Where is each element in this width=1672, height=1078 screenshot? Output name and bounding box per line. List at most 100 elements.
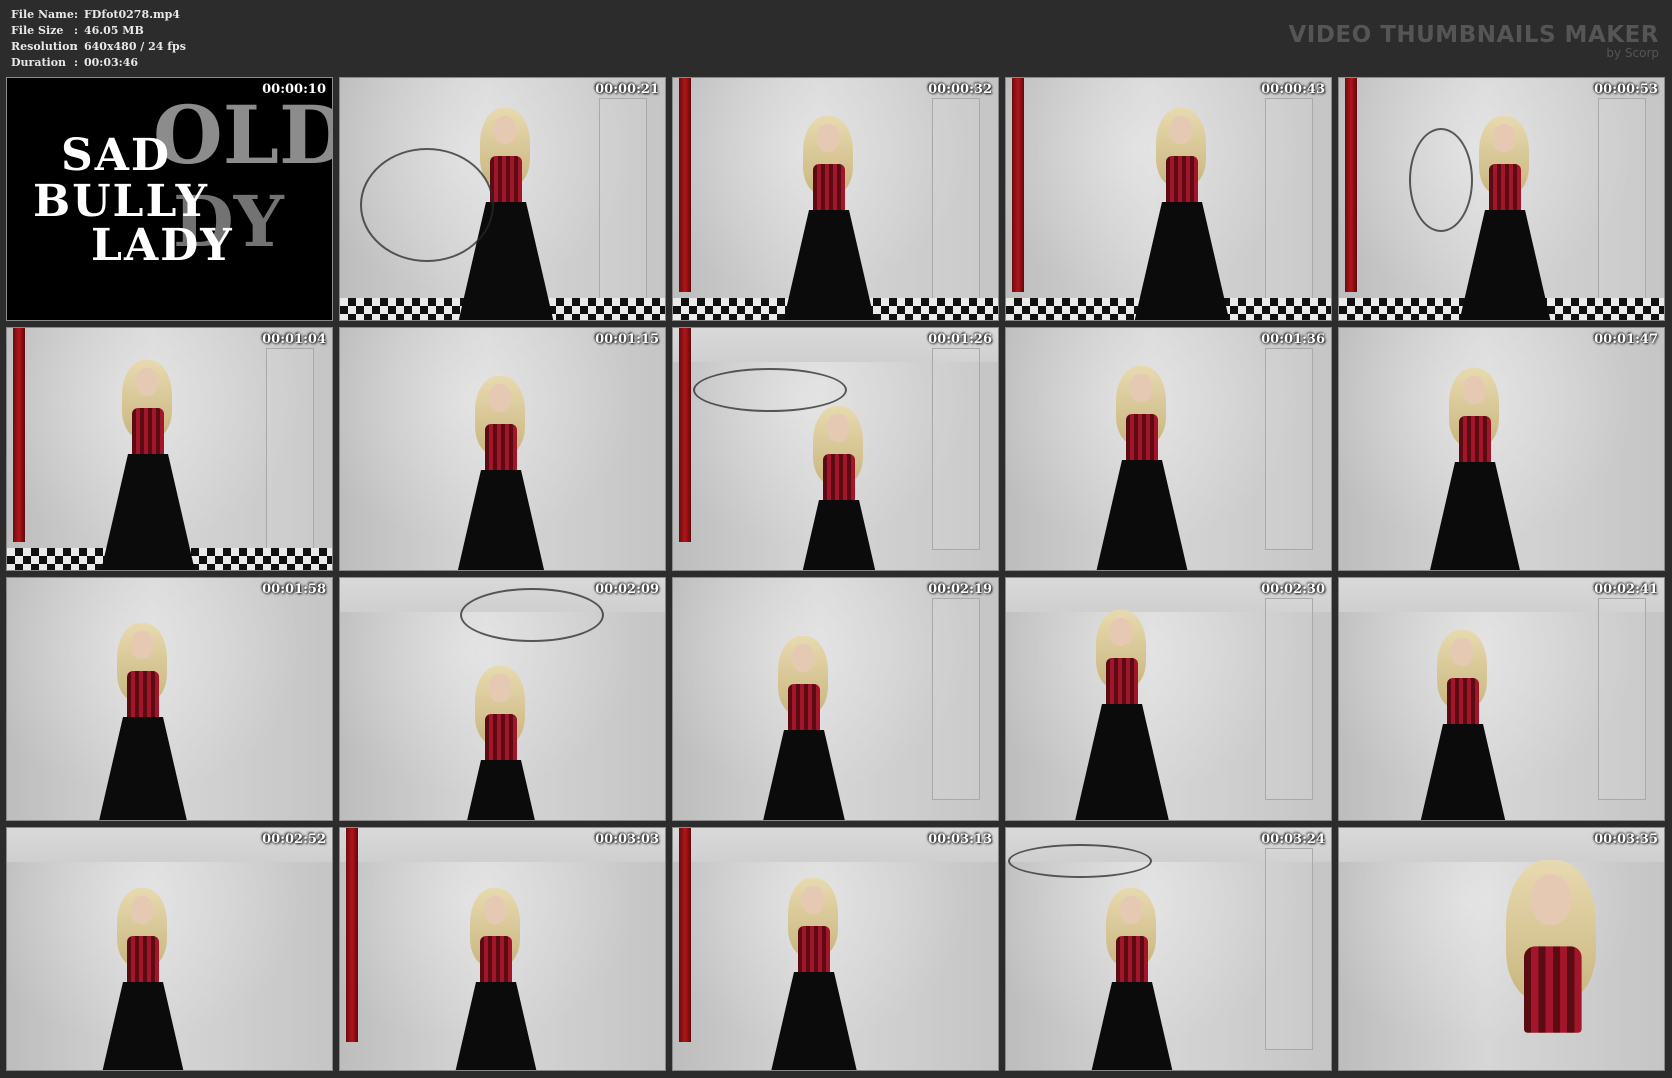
thumbnail-2[interactable]: 00:00:21 (339, 77, 666, 321)
door (1598, 98, 1646, 300)
thumbnail-17[interactable]: 00:03:03 (339, 827, 666, 1071)
thumbnail-11[interactable]: 00:01:58 (6, 577, 333, 821)
corset (1106, 658, 1138, 706)
resolution-separator: : (74, 40, 79, 53)
thumbnail-14[interactable]: 00:02:30 (1005, 577, 1332, 821)
face (1531, 874, 1571, 925)
thumbnail-12[interactable]: 00:02:09 (339, 577, 666, 821)
corset (1116, 936, 1148, 984)
thumbnail-13[interactable]: 00:02:19 (672, 577, 999, 821)
timestamp: 00:00:43 (1261, 82, 1325, 97)
thumbnail-grid: OLD DY SAD BULLY LADY 00:00:10 00:00:21 … (6, 77, 1665, 1071)
thumbnail-8[interactable]: 00:01:26 (672, 327, 999, 571)
face (817, 124, 839, 152)
door (266, 348, 314, 550)
face (1463, 376, 1485, 404)
title-line-1: SAD (61, 130, 172, 181)
whip-loop (693, 368, 847, 412)
timestamp: 00:01:15 (595, 332, 659, 347)
door (599, 98, 647, 300)
whip-loop (360, 148, 494, 262)
file-name-row: File Name : FDfot0278.mp4 (11, 7, 186, 23)
red-curtain (679, 78, 691, 292)
thumbnail-4[interactable]: 00:00:43 (1005, 77, 1332, 321)
door (1265, 348, 1313, 550)
timestamp: 00:02:19 (928, 582, 992, 597)
thumbnail-6[interactable]: 00:01:04 (6, 327, 333, 571)
corset (1489, 164, 1521, 212)
thumbnail-7[interactable]: 00:01:15 (339, 327, 666, 571)
corset (485, 424, 517, 472)
corset (485, 714, 517, 762)
timestamp: 00:01:04 (262, 332, 326, 347)
corset (1166, 156, 1198, 204)
face (1110, 618, 1132, 646)
thumbnail-20[interactable]: 00:03:35 (1338, 827, 1665, 1071)
face (792, 644, 814, 672)
brand-subtitle: by Scorp (1606, 46, 1659, 60)
file-name-value: FDfot0278.mp4 (84, 8, 180, 21)
red-curtain (679, 328, 691, 542)
corset (1524, 946, 1582, 1033)
thumbnail-10[interactable]: 00:01:47 (1338, 327, 1665, 571)
brand-logo: VIDEO THUMBNAILS MAKER by Scorp (1288, 22, 1659, 59)
whip-loop (460, 588, 604, 642)
door (932, 98, 980, 300)
face (136, 368, 158, 396)
thumbnail-1[interactable]: OLD DY SAD BULLY LADY 00:00:10 (6, 77, 333, 321)
timestamp: 00:02:52 (262, 832, 326, 847)
thumbnail-5[interactable]: 00:00:53 (1338, 77, 1665, 321)
thumbnail-9[interactable]: 00:01:36 (1005, 327, 1332, 571)
corset (798, 926, 830, 974)
file-size-value: 46.05 MB (84, 24, 144, 37)
duration-row: Duration : 00:03:46 (11, 55, 186, 71)
face (489, 384, 511, 412)
red-curtain (1012, 78, 1024, 292)
corset (1126, 414, 1158, 462)
title-overlay-1: OLD (153, 88, 333, 182)
corset (132, 408, 164, 456)
corset (823, 454, 855, 502)
red-curtain (679, 828, 691, 1042)
door (1598, 598, 1646, 800)
thumbnail-18[interactable]: 00:03:13 (672, 827, 999, 1071)
corset (480, 936, 512, 984)
timestamp: 00:01:36 (1261, 332, 1325, 347)
resolution-row: Resolution : 640x480 / 24 fps (11, 39, 186, 55)
timestamp: 00:01:26 (928, 332, 992, 347)
title-line-3: LADY (91, 220, 234, 271)
door (1265, 598, 1313, 800)
timestamp: 00:03:03 (595, 832, 659, 847)
face (131, 896, 153, 924)
whip-loop (1008, 844, 1152, 878)
corset (1459, 416, 1491, 464)
face (1451, 638, 1473, 666)
thumbnail-15[interactable]: 00:02:41 (1338, 577, 1665, 821)
thumbnail-19[interactable]: 00:03:24 (1005, 827, 1332, 1071)
timestamp: 00:00:21 (595, 82, 659, 97)
face (1493, 124, 1515, 152)
face (1170, 116, 1192, 144)
file-name-label: File Name (11, 8, 74, 21)
door (932, 348, 980, 550)
timestamp: 00:01:58 (262, 582, 326, 597)
timestamp: 00:02:09 (595, 582, 659, 597)
face (484, 896, 506, 924)
face (1130, 374, 1152, 402)
file-name-separator: : (74, 8, 79, 21)
timestamp: 00:02:30 (1261, 582, 1325, 597)
red-curtain (13, 328, 25, 542)
corset (788, 684, 820, 732)
whip-loop (1409, 128, 1473, 232)
thumbnail-16[interactable]: 00:02:52 (6, 827, 333, 1071)
timestamp: 00:01:47 (1594, 332, 1658, 347)
file-info-panel: File Name : FDfot0278.mp4 File Size : 46… (11, 7, 186, 71)
thumbnail-3[interactable]: 00:00:32 (672, 77, 999, 321)
timestamp: 00:03:35 (1594, 832, 1658, 847)
file-size-separator: : (74, 24, 79, 37)
duration-value: 00:03:46 (84, 56, 139, 69)
door (1265, 98, 1313, 300)
resolution-value: 640x480 / 24 fps (84, 40, 186, 53)
corset (127, 936, 159, 984)
corset (813, 164, 845, 212)
